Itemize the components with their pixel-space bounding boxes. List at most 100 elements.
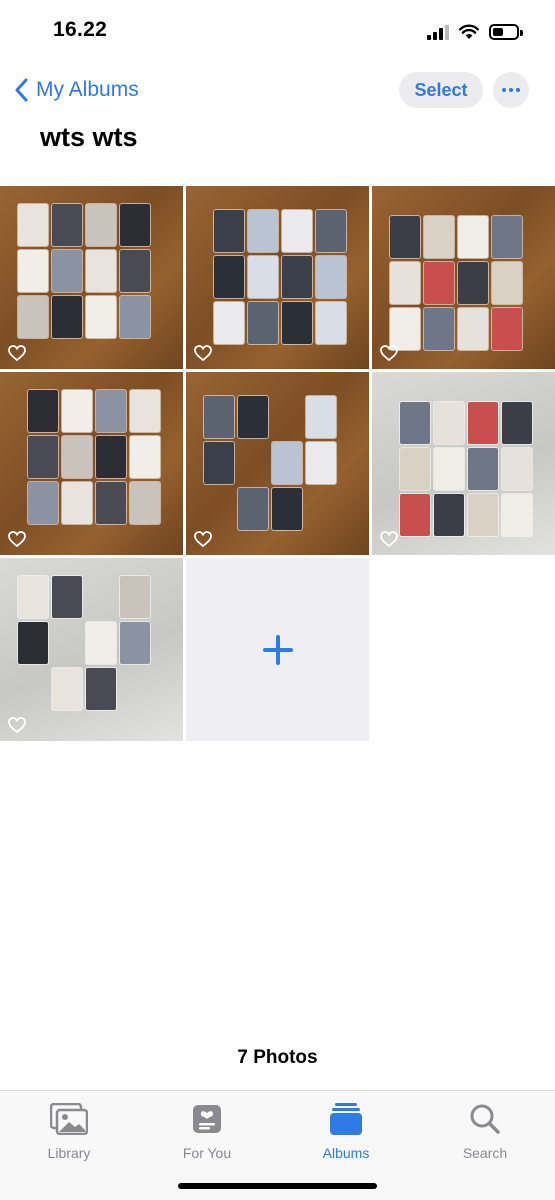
photo-thumbnail[interactable] — [186, 372, 369, 555]
photo-detail — [214, 210, 244, 252]
photo-detail — [248, 302, 278, 344]
photo-detail — [18, 204, 48, 246]
favorite-heart-icon[interactable] — [194, 345, 212, 361]
tab-for-you[interactable]: For You — [152, 1101, 262, 1161]
photo-detail — [238, 396, 268, 438]
album-title: wts wts — [40, 122, 138, 152]
photo-thumbnail[interactable] — [0, 372, 183, 555]
photo-detail — [28, 390, 58, 432]
battery-icon — [489, 24, 523, 40]
favorite-heart-icon[interactable] — [8, 345, 26, 361]
photo-library-icon — [50, 1103, 88, 1135]
photo-thumbnail[interactable] — [372, 186, 555, 369]
photo-image — [0, 186, 183, 369]
photo-detail — [86, 668, 116, 710]
photo-detail — [458, 308, 488, 350]
photo-detail — [28, 482, 58, 524]
photo-image — [186, 186, 369, 369]
photo-detail — [52, 576, 82, 618]
photo-detail — [86, 250, 116, 292]
photo-detail — [248, 256, 278, 298]
favorite-heart-icon[interactable] — [194, 531, 212, 547]
photo-detail — [214, 302, 244, 344]
photo-image — [372, 186, 555, 369]
photo-detail — [492, 262, 522, 304]
select-button[interactable]: Select — [399, 72, 483, 108]
photo-detail — [96, 390, 126, 432]
favorite-heart-icon[interactable] — [380, 345, 398, 361]
photo-detail — [390, 308, 420, 350]
status-icons — [427, 22, 523, 42]
photo-detail — [272, 442, 302, 484]
photo-detail — [18, 296, 48, 338]
photo-detail — [18, 250, 48, 292]
photo-detail — [434, 448, 464, 490]
photo-detail — [434, 402, 464, 444]
photo-detail — [316, 256, 346, 298]
photo-detail — [120, 576, 150, 618]
cellular-signal-icon — [427, 24, 449, 40]
tab-search[interactable]: Search — [430, 1101, 540, 1161]
photo-detail — [86, 622, 116, 664]
photo-detail — [282, 256, 312, 298]
photo-detail — [424, 216, 454, 258]
photo-detail — [390, 262, 420, 304]
more-options-button[interactable] — [493, 72, 529, 108]
photo-detail — [468, 448, 498, 490]
photo-detail — [62, 436, 92, 478]
photo-detail — [492, 308, 522, 350]
photo-detail — [492, 216, 522, 258]
photo-image — [372, 372, 555, 555]
ellipsis-icon — [502, 88, 506, 92]
favorite-heart-icon[interactable] — [8, 531, 26, 547]
favorite-heart-icon[interactable] — [380, 531, 398, 547]
home-indicator — [178, 1183, 377, 1189]
photo-detail — [204, 442, 234, 484]
photo-detail — [120, 250, 150, 292]
photo-detail — [130, 436, 160, 478]
photo-detail — [214, 256, 244, 298]
photo-thumbnail[interactable] — [186, 186, 369, 369]
for-you-icon — [193, 1105, 221, 1133]
chevron-left-icon — [15, 78, 28, 102]
add-photo-button[interactable] — [186, 558, 369, 741]
search-icon — [470, 1104, 500, 1134]
photo-detail — [96, 436, 126, 478]
back-button[interactable]: My Albums — [14, 72, 139, 108]
photo-detail — [400, 448, 430, 490]
photo-grid — [0, 186, 555, 741]
photo-detail — [204, 396, 234, 438]
status-time: 16.22 — [53, 18, 108, 41]
photo-detail — [282, 210, 312, 252]
photo-detail — [52, 668, 82, 710]
tab-library-label: Library — [47, 1145, 91, 1161]
back-button-label: My Albums — [36, 78, 139, 101]
photo-detail — [120, 622, 150, 664]
photo-detail — [248, 210, 278, 252]
photo-detail — [28, 436, 58, 478]
photo-detail — [306, 396, 336, 438]
photo-detail — [272, 488, 302, 530]
favorite-heart-icon[interactable] — [8, 717, 26, 733]
tab-albums[interactable]: Albums — [291, 1101, 401, 1161]
tab-for-you-label: For You — [182, 1145, 232, 1161]
photo-detail — [52, 250, 82, 292]
photo-detail — [316, 302, 346, 344]
photo-detail — [434, 494, 464, 536]
photo-detail — [306, 442, 336, 484]
navigation-bar: My Albums Select — [0, 68, 555, 112]
photo-thumbnail[interactable] — [0, 558, 183, 741]
wifi-icon — [459, 24, 479, 39]
photo-detail — [96, 482, 126, 524]
photo-detail — [86, 296, 116, 338]
photo-detail — [18, 576, 48, 618]
photo-detail — [424, 308, 454, 350]
tab-library[interactable]: Library — [14, 1101, 124, 1161]
photo-thumbnail[interactable] — [372, 372, 555, 555]
photo-detail — [468, 494, 498, 536]
photo-thumbnail[interactable] — [0, 186, 183, 369]
plus-icon — [262, 634, 293, 665]
photo-detail — [424, 262, 454, 304]
tab-search-label: Search — [462, 1145, 508, 1161]
photo-count: 7 Photos — [237, 1047, 318, 1068]
